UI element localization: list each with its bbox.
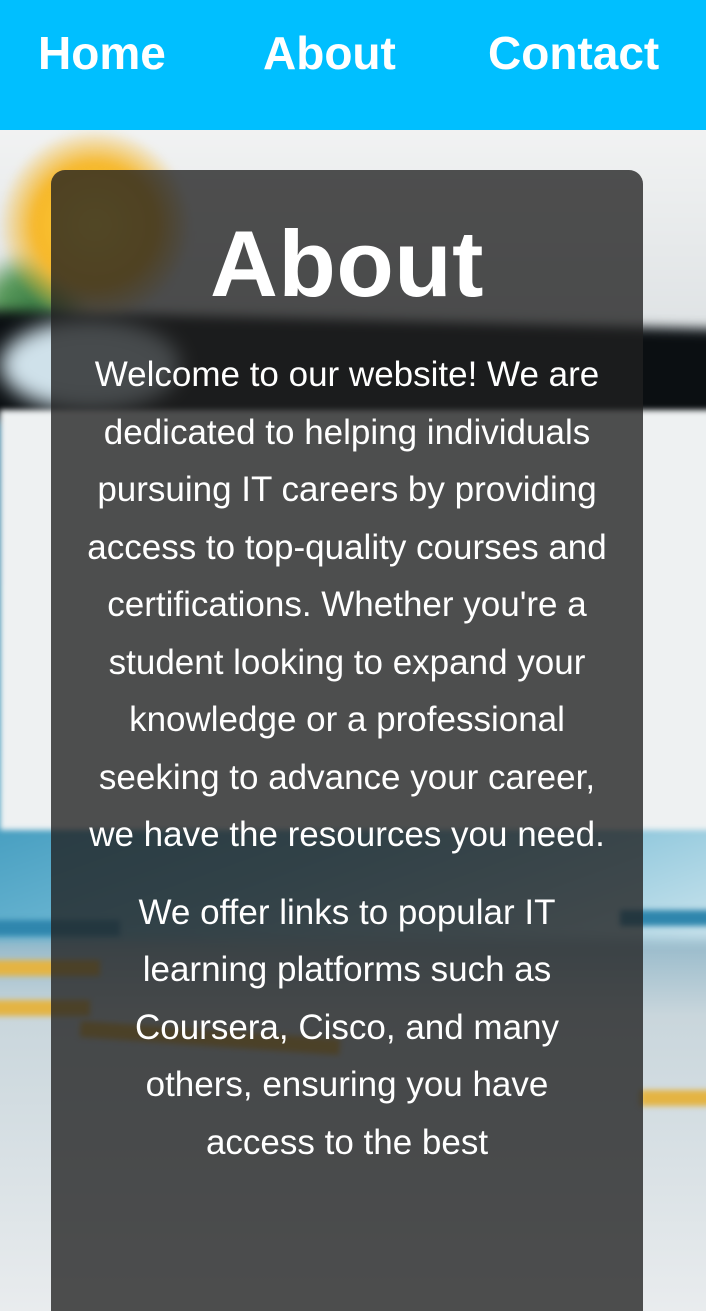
about-heading: About	[210, 211, 484, 316]
nav-link-about[interactable]: About	[263, 26, 396, 80]
top-navigation-bar: Home About Contact	[0, 0, 706, 130]
background-stripe	[640, 1090, 706, 1106]
nav-link-home[interactable]: Home	[38, 26, 166, 80]
about-paragraph-intro: Welcome to our website! We are dedicated…	[87, 355, 607, 854]
nav-link-contact[interactable]: Contact	[488, 26, 659, 80]
about-paragraph-platforms: We offer links to popular IT learning pl…	[134, 892, 560, 1162]
about-card: About Welcome to our website! We are ded…	[51, 170, 643, 1311]
